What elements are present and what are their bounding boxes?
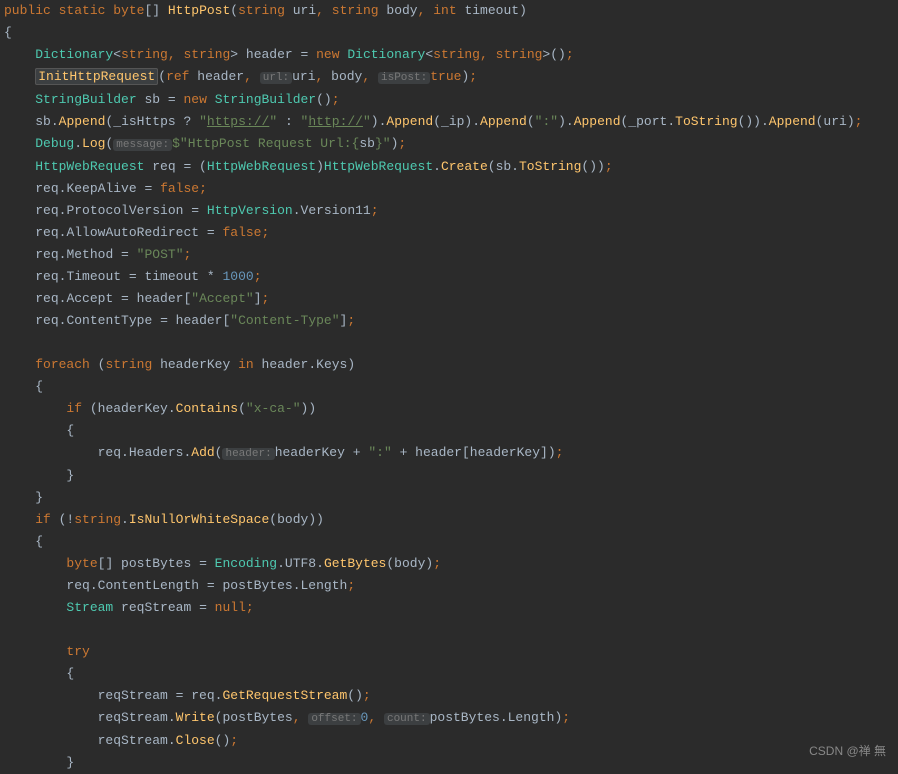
code-editor[interactable]: public static byte[] HttpPost(string uri…	[4, 0, 894, 774]
watermark: CSDN @禅 無	[809, 740, 886, 762]
code-line: InitHttpRequest(ref header, url:uri, bod…	[4, 66, 894, 89]
code-line: req.ProtocolVersion = HttpVersion.Versio…	[4, 200, 894, 222]
code-line: try	[4, 641, 894, 663]
string-link[interactable]: http://	[308, 114, 363, 129]
code-line: }	[4, 465, 894, 487]
param: uri	[293, 3, 316, 18]
code-line: {	[4, 22, 894, 44]
param: body	[386, 3, 417, 18]
param-hint: header:	[222, 448, 274, 460]
code-line: req.ContentType = header["Content-Type"]…	[4, 310, 894, 332]
param-hint: message:	[113, 139, 172, 151]
code-line: }	[4, 487, 894, 509]
code-line: Stream reqStream = null;	[4, 597, 894, 619]
code-line: byte[] postBytes = Encoding.UTF8.GetByte…	[4, 553, 894, 575]
code-line: req.Headers.Add(header:headerKey + ":" +…	[4, 442, 894, 465]
param-hint: isPost:	[378, 72, 430, 84]
code-line: reqStream.Close();	[4, 730, 894, 752]
type: Dictionary	[35, 47, 113, 62]
code-line: public static byte[] HttpPost(string uri…	[4, 0, 894, 22]
code-line: req.Accept = header["Accept"];	[4, 288, 894, 310]
code-line: if (headerKey.Contains("x-ca-"))	[4, 398, 894, 420]
keyword: string	[238, 3, 285, 18]
code-line: Debug.Log(message:$"HttpPost Request Url…	[4, 133, 894, 156]
code-line: req.ContentLength = postBytes.Length;	[4, 575, 894, 597]
param-hint: offset:	[308, 713, 360, 725]
code-line: {	[4, 376, 894, 398]
code-line	[4, 332, 894, 354]
method-name: HttpPost	[168, 3, 230, 18]
code-line: foreach (string headerKey in header.Keys…	[4, 354, 894, 376]
code-line: reqStream.Write(postBytes, offset:0, cou…	[4, 707, 894, 730]
code-line: req.Timeout = timeout * 1000;	[4, 266, 894, 288]
code-line: {	[4, 420, 894, 442]
keyword: static	[59, 3, 106, 18]
code-line: sb.Append(_isHttps ? "https://" : "http:…	[4, 111, 894, 133]
code-line: }	[4, 752, 894, 774]
code-line: {	[4, 663, 894, 685]
param-hint: count:	[384, 713, 430, 725]
param: timeout	[464, 3, 519, 18]
code-line: if (!string.IsNullOrWhiteSpace(body))	[4, 509, 894, 531]
code-line: Dictionary<string, string> header = new …	[4, 44, 894, 66]
code-line: req.Method = "POST";	[4, 244, 894, 266]
param-hint: url:	[260, 72, 292, 84]
code-line: req.KeepAlive = false;	[4, 178, 894, 200]
code-line: StringBuilder sb = new StringBuilder();	[4, 89, 894, 111]
string-link[interactable]: https://	[207, 114, 269, 129]
keyword: int	[433, 3, 456, 18]
code-line: reqStream = req.GetRequestStream();	[4, 685, 894, 707]
code-line: HttpWebRequest req = (HttpWebRequest)Htt…	[4, 156, 894, 178]
code-line: {	[4, 531, 894, 553]
code-line: req.AllowAutoRedirect = false;	[4, 222, 894, 244]
keyword: string	[332, 3, 379, 18]
keyword: public	[4, 3, 51, 18]
code-line	[4, 619, 894, 641]
keyword: byte	[113, 3, 144, 18]
